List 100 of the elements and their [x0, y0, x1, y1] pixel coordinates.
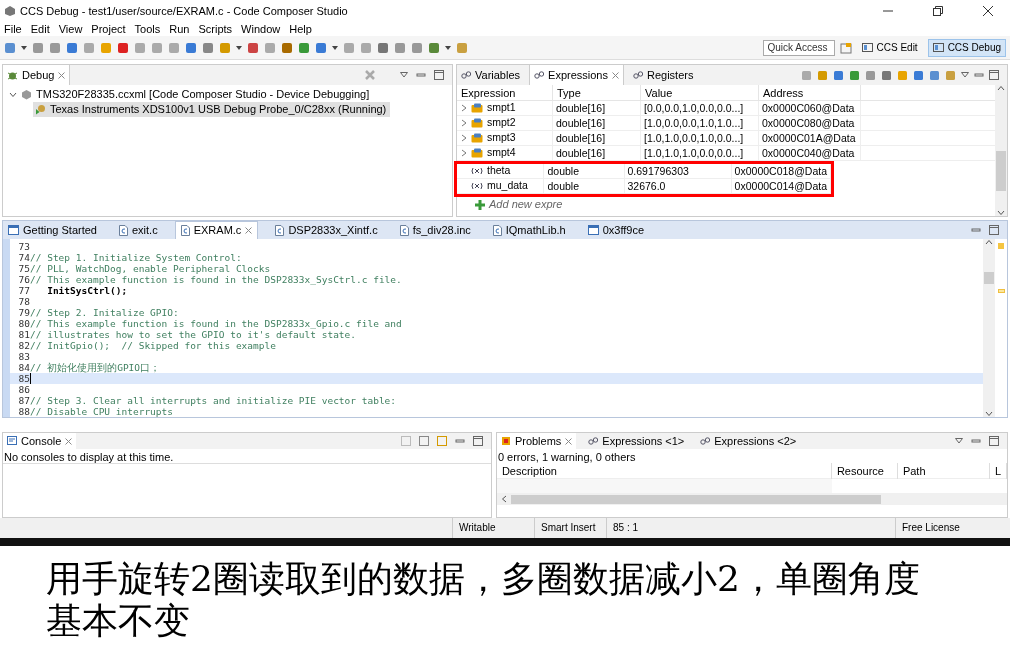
menu-item[interactable]: File: [4, 23, 22, 35]
editor-tab[interactable]: 0x3ff9ce: [582, 221, 650, 239]
scrollbar[interactable]: [496, 493, 1007, 505]
editor-tab[interactable]: IQmathLib.h: [487, 221, 571, 239]
toolbar-icon[interactable]: [134, 41, 146, 54]
toolbar-icon[interactable]: [865, 69, 876, 81]
tree-item[interactable]: TMS320F28335.ccxml [Code Composer Studio - Device Debugging]: [36, 86, 370, 103]
scroll-up-icon[interactable]: [997, 85, 1005, 91]
debug-tab[interactable]: Debug: [3, 65, 71, 85]
scroll-thumb[interactable]: [984, 272, 994, 284]
table-row[interactable]: smpt4 double[16] [1.0,1.0,1.0,0.0,0.0...] 0x0000C040@Data: [457, 146, 995, 161]
toolbar-icon[interactable]: [881, 69, 892, 81]
scroll-down-icon[interactable]: [985, 411, 993, 417]
toolbar-icon[interactable]: [411, 41, 423, 54]
toolbar-icon[interactable]: [49, 41, 61, 54]
dropdown-icon[interactable]: [332, 45, 338, 50]
scroll-thumb[interactable]: [510, 494, 881, 504]
toolbar-icon[interactable]: [849, 69, 860, 81]
toolbar-icon[interactable]: [817, 69, 828, 81]
toolbar-icon[interactable]: [100, 41, 112, 54]
maximize-icon[interactable]: [472, 436, 483, 446]
column-header[interactable]: Path: [897, 462, 990, 479]
maximize-icon[interactable]: [989, 436, 999, 446]
column-header[interactable]: Value: [641, 85, 759, 100]
toolbar-icon[interactable]: [117, 41, 129, 54]
menu-item[interactable]: Help: [289, 23, 312, 35]
view-tab[interactable]: Expressions <2>: [696, 433, 801, 449]
maximize-icon[interactable]: [434, 70, 444, 80]
table-row[interactable]: smpt3 double[16] [1.0,1.0,0.0,1.0,0.0...] 0x0000C01A@Data: [457, 131, 995, 146]
maximize-icon[interactable]: [989, 225, 999, 235]
toolbar-icon[interactable]: [298, 41, 310, 54]
perspective-button[interactable]: CCS Edit: [856, 38, 923, 57]
scroll-thumb[interactable]: [996, 150, 1006, 191]
toolbar-icon[interactable]: [343, 41, 355, 54]
toolbar-icon[interactable]: [32, 41, 44, 54]
perspective-button[interactable]: CCS Debug: [927, 38, 1006, 57]
menu-item[interactable]: Project: [91, 23, 126, 35]
toolbar-icon[interactable]: [897, 69, 908, 81]
minimize-icon[interactable]: [974, 70, 984, 80]
remove-all-icon[interactable]: [364, 69, 376, 81]
open-perspective-icon[interactable]: [839, 41, 852, 54]
view-tab[interactable]: Expressions <1>: [584, 433, 689, 449]
view-menu-icon[interactable]: [955, 438, 963, 444]
editor-tab[interactable]: fs_div28.inc: [394, 221, 476, 239]
column-header[interactable]: Description: [496, 462, 832, 479]
scroll-up-icon[interactable]: [985, 239, 993, 245]
maximize-icon[interactable]: [989, 70, 999, 80]
menu-item[interactable]: Window: [241, 23, 281, 35]
toolbar-icon[interactable]: [83, 41, 95, 54]
scroll-left-icon[interactable]: [500, 495, 507, 503]
toolbar-icon[interactable]: [4, 41, 16, 54]
toolbar-icon[interactable]: [418, 436, 429, 446]
toolbar-icon[interactable]: [833, 69, 844, 81]
minimize-icon[interactable]: [971, 436, 981, 446]
table-row[interactable]: mu_data double 32676.0 0x0000C014@Data: [457, 179, 831, 194]
console-tab[interactable]: Console: [3, 433, 77, 449]
close-icon[interactable]: [982, 5, 994, 17]
toolbar-icon[interactable]: [913, 69, 924, 81]
editor-tab[interactable]: exit.c: [114, 221, 163, 239]
minimize-icon[interactable]: [971, 225, 981, 235]
column-header[interactable]: L: [989, 462, 1007, 479]
toolbar-icon[interactable]: [185, 41, 197, 54]
view-menu-icon[interactable]: [400, 72, 408, 78]
toolbar-icon[interactable]: [428, 41, 440, 54]
toolbar-icon[interactable]: [360, 41, 372, 54]
expand-chevron-icon[interactable]: [9, 90, 17, 99]
quick-access-field[interactable]: Quick Access: [762, 39, 835, 56]
toolbar-icon[interactable]: [219, 41, 231, 54]
scrollbar[interactable]: [983, 239, 995, 417]
toolbar-icon[interactable]: [168, 41, 180, 54]
toolbar-icon[interactable]: [281, 41, 293, 54]
menu-item[interactable]: Run: [169, 23, 190, 35]
scroll-down-icon[interactable]: [997, 210, 1005, 216]
menu-item[interactable]: Edit: [30, 23, 50, 35]
table-row[interactable]: smpt1 double[16] [0.0,0.0,1.0,0.0,0.0...] 0x0000C060@Data: [457, 101, 995, 116]
toolbar-icon[interactable]: [377, 41, 389, 54]
editor-tab[interactable]: DSP2833x_Xintf.c: [270, 221, 383, 239]
toolbar-icon[interactable]: [247, 41, 259, 54]
minimize-icon[interactable]: [454, 436, 465, 446]
menu-item[interactable]: Scripts: [198, 23, 233, 35]
minimize-icon[interactable]: [416, 70, 426, 80]
add-expression-link[interactable]: Add new expre: [489, 196, 563, 213]
tree-item[interactable]: Texas Instruments XDS100v1 USB Debug Probe_0/C28xx (Running): [33, 102, 391, 117]
view-tab[interactable]: Variables: [457, 65, 525, 85]
view-menu-icon[interactable]: [961, 72, 969, 78]
toolbar-icon[interactable]: [929, 69, 940, 81]
view-tab[interactable]: Expressions: [529, 65, 624, 85]
view-tab[interactable]: Problems: [496, 433, 577, 449]
toolbar-icon[interactable]: [151, 41, 163, 54]
toolbar-icon[interactable]: [315, 41, 327, 54]
restore-icon[interactable]: [932, 5, 944, 17]
editor-tab[interactable]: EXRAM.c: [174, 221, 259, 239]
menu-item[interactable]: View: [58, 23, 83, 35]
toolbar-icon[interactable]: [456, 41, 468, 54]
toolbar-icon[interactable]: [66, 41, 78, 54]
table-row[interactable]: theta double 0.691796303 0x0000C018@Data: [457, 164, 831, 179]
scrollbar[interactable]: [995, 85, 1007, 216]
toolbar-icon[interactable]: [801, 69, 812, 81]
column-header[interactable]: Expression: [457, 85, 553, 100]
view-tab[interactable]: Registers: [628, 65, 698, 85]
